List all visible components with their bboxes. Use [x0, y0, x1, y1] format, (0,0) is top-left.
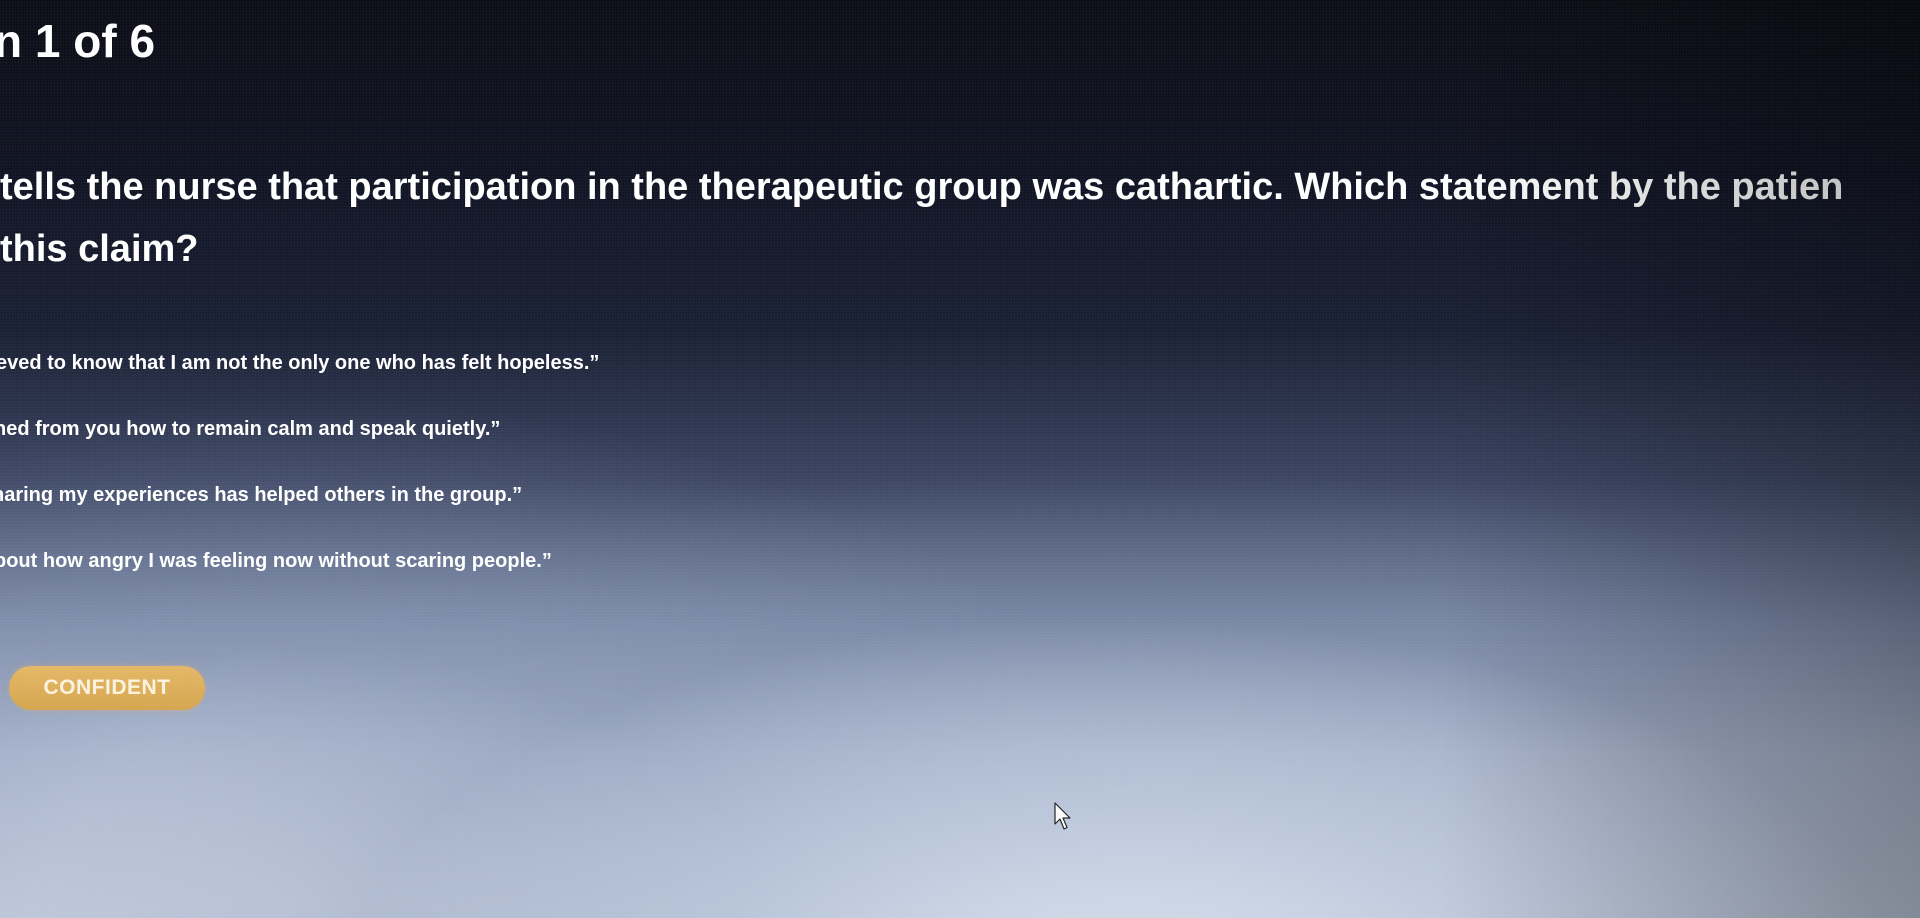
answer-option-2[interactable]: ned from you how to remain calm and spea… [0, 412, 599, 478]
question-text: tells the nurse that participation in th… [0, 156, 1920, 280]
answer-option-1[interactable]: eved to know that I am not the only one … [0, 346, 599, 412]
question-number: n 1 of 6 [0, 15, 156, 67]
question-text-line: this claim? [0, 228, 199, 270]
confident-button[interactable]: CONFIDENT [9, 666, 205, 710]
mouse-pointer-icon [1054, 802, 1071, 830]
answer-options: eved to know that I am not the only one … [0, 346, 599, 610]
answer-option-3[interactable]: haring my experiences has helped others … [0, 478, 599, 544]
answer-option-4[interactable]: bout how angry I was feeling now without… [0, 544, 599, 610]
question-text-line: tells the nurse that participation in th… [0, 166, 1844, 208]
